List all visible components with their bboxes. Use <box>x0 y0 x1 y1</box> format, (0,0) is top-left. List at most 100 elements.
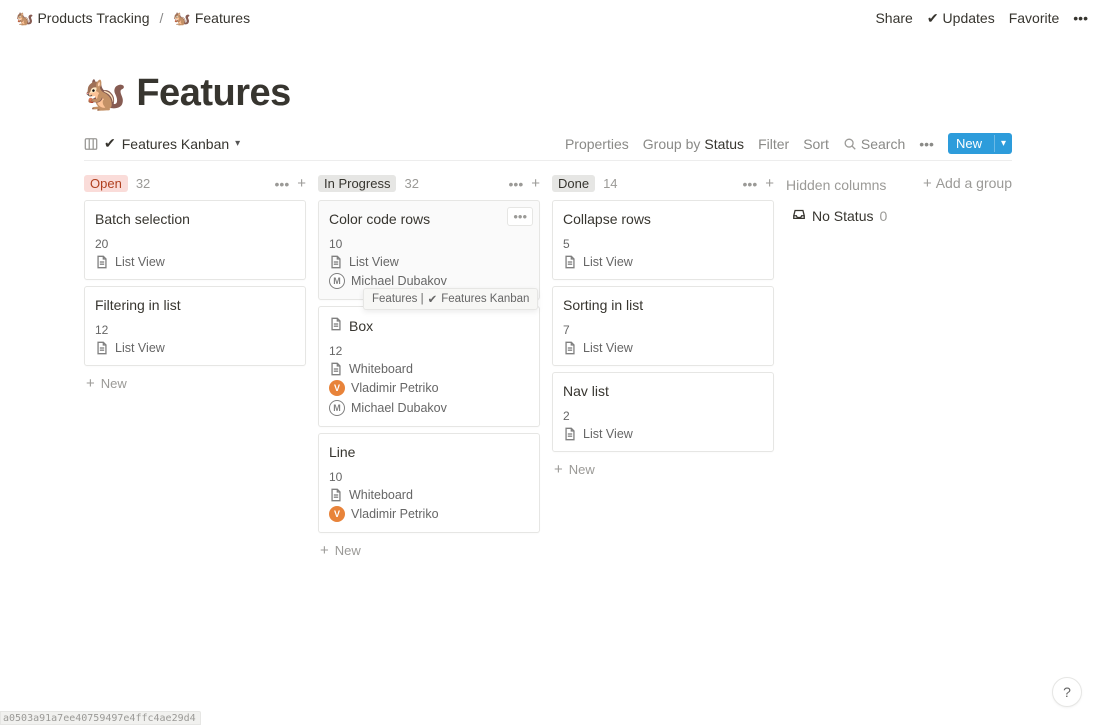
view-more-icon[interactable]: ••• <box>919 136 934 152</box>
card-more-icon[interactable]: ••• <box>507 207 533 226</box>
column-header: Open 32 ••• + <box>84 175 306 192</box>
card-property-label: Michael Dubakov <box>351 274 447 288</box>
inbox-icon <box>792 207 806 224</box>
card-title: Color code rows <box>329 211 430 227</box>
top-actions: Share ✔ Updates Favorite ••• <box>875 10 1088 27</box>
column-count: 32 <box>404 176 418 191</box>
topbar: 🐿️ Products Tracking / 🐿️ Features Share… <box>0 0 1100 36</box>
doc-icon <box>563 341 577 355</box>
filter-button[interactable]: Filter <box>758 136 789 152</box>
no-status-count: 0 <box>879 208 887 224</box>
doc-icon <box>95 255 109 269</box>
card-property-row: List View <box>95 255 295 269</box>
more-icon[interactable]: ••• <box>1073 10 1088 26</box>
search-label: Search <box>861 136 905 152</box>
add-card-button[interactable]: +New <box>552 458 774 481</box>
status-pill[interactable]: Open <box>84 175 128 192</box>
breadcrumb-parent[interactable]: 🐿️ Products Tracking <box>12 8 154 28</box>
hidden-columns-label[interactable]: Hidden columns <box>786 175 886 193</box>
group-by-button[interactable]: Group by Status <box>643 136 744 152</box>
doc-icon <box>95 341 109 355</box>
column-header: In Progress 32 ••• + <box>318 175 540 192</box>
kanban-card[interactable]: Color code rows10List ViewMMichael Dubak… <box>318 200 540 300</box>
card-number: 7 <box>563 323 763 337</box>
share-button[interactable]: Share <box>875 10 912 26</box>
no-status-label: No Status <box>812 208 873 224</box>
card-property-label: List View <box>115 255 165 269</box>
add-group-button[interactable]: +Add a group <box>898 175 1012 191</box>
avatar: V <box>329 506 345 522</box>
column-more-icon[interactable]: ••• <box>509 176 524 192</box>
board-side-panel: Hidden columns +Add a group No Status 0 <box>786 175 1012 224</box>
help-button[interactable]: ? <box>1052 677 1082 707</box>
card-property-label: List View <box>583 341 633 355</box>
kanban-card[interactable]: Batch selection20List View <box>84 200 306 280</box>
card-property-label: Vladimir Petriko <box>351 381 439 395</box>
column-count: 32 <box>136 176 150 191</box>
new-label: New <box>101 376 127 391</box>
updates-label: Updates <box>943 10 995 26</box>
card-title: Line <box>329 444 355 460</box>
card-property-row: List View <box>95 341 295 355</box>
column-add-icon[interactable]: + <box>531 176 540 191</box>
view-options: Properties Group by Status Filter Sort S… <box>565 133 1012 154</box>
kanban-card[interactable]: Sorting in list 7 List View <box>552 286 774 366</box>
card-title: Sorting in list <box>563 297 643 313</box>
column-more-icon[interactable]: ••• <box>743 176 758 192</box>
title-row: 🐿️ Features <box>84 72 1012 115</box>
card-number: 20 <box>95 237 295 251</box>
sort-button[interactable]: Sort <box>803 136 829 152</box>
kanban-card[interactable]: Filtering in list12List View <box>84 286 306 366</box>
view-switcher[interactable]: ✔ Features Kanban ▾ <box>84 135 240 152</box>
card-number: 10 <box>329 470 529 484</box>
search-icon <box>843 137 857 151</box>
add-card-button[interactable]: +New <box>318 539 540 562</box>
page: 🐿️ Features ✔ Features Kanban ▾ Properti… <box>0 36 1100 562</box>
card-property-row: Whiteboard <box>329 488 529 502</box>
add-card-button[interactable]: + New <box>84 372 306 395</box>
kanban-card[interactable]: Nav list2List View <box>552 372 774 452</box>
breadcrumb: 🐿️ Products Tracking / 🐿️ Features <box>12 8 254 28</box>
avatar: M <box>329 273 345 289</box>
card-number: 5 <box>563 237 763 251</box>
page-title[interactable]: Features <box>136 72 290 115</box>
card-title: Filtering in list <box>95 297 181 313</box>
kanban-board: Open32•••+Batch selection20List ViewFilt… <box>84 175 1012 562</box>
favorite-button[interactable]: Favorite <box>1009 10 1060 26</box>
page-icon[interactable]: 🐿️ <box>84 74 126 114</box>
column-add-icon[interactable]: + <box>765 176 774 191</box>
card-title: Nav list <box>563 383 609 399</box>
avatar: M <box>329 400 345 416</box>
card-property-row: List View <box>563 427 763 441</box>
breadcrumb-current-icon: 🐿️ <box>173 11 190 25</box>
kanban-column: Done14•••+Collapse rows5List ViewSorting… <box>552 175 774 481</box>
kanban-card[interactable]: Line10WhiteboardVVladimir Petriko <box>318 433 540 533</box>
kanban-card[interactable]: Collapse rows 5 List View <box>552 200 774 280</box>
breadcrumb-parent-label: Products Tracking <box>37 10 149 26</box>
column-add-icon[interactable]: + <box>297 176 306 191</box>
card-property-label: List View <box>583 255 633 269</box>
new-label: New <box>335 543 361 558</box>
updates-button[interactable]: ✔ Updates <box>927 10 995 27</box>
card-title: Collapse rows <box>563 211 651 227</box>
breadcrumb-current[interactable]: 🐿️ Features <box>169 8 254 28</box>
properties-button[interactable]: Properties <box>565 136 629 152</box>
tooltip-prefix: Features | <box>372 293 424 305</box>
card-property-label: List View <box>115 341 165 355</box>
search-button[interactable]: Search <box>843 136 905 152</box>
doc-icon <box>563 427 577 441</box>
card-property-label: Whiteboard <box>349 362 413 376</box>
card-title: Box <box>349 318 373 334</box>
status-pill[interactable]: Done <box>552 175 595 192</box>
new-button[interactable]: New ▾ <box>948 133 1012 154</box>
column-header: Done14•••+ <box>552 175 774 192</box>
doc-icon <box>329 317 343 334</box>
column-more-icon[interactable]: ••• <box>275 176 290 192</box>
status-pill[interactable]: In Progress <box>318 175 396 192</box>
plus-icon: + <box>86 376 95 391</box>
no-status-group[interactable]: No Status 0 <box>786 207 1012 224</box>
card-property-row: List View <box>563 341 763 355</box>
plus-icon: + <box>923 176 932 191</box>
kanban-card[interactable]: Box12WhiteboardVVladimir PetrikoMMichael… <box>318 306 540 427</box>
chevron-down-icon[interactable]: ▾ <box>994 135 1012 152</box>
